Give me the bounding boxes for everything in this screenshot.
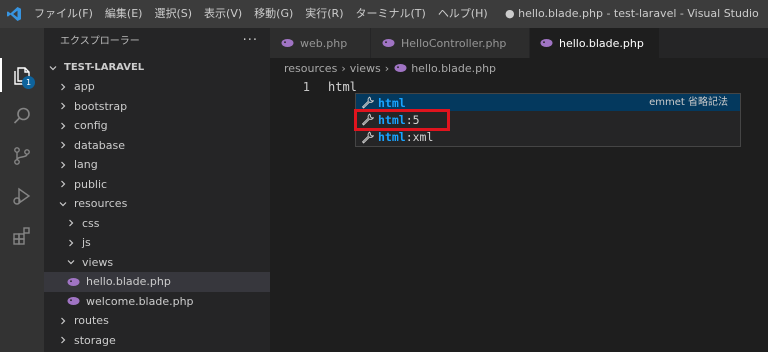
window-title: ● hello.blade.php - test-laravel - Visua… (505, 7, 759, 20)
breadcrumb: resources › views › hello.blade.php (270, 58, 768, 78)
chevron-right-icon (56, 314, 70, 328)
chevron-right-icon (64, 216, 78, 230)
php-file-icon (66, 294, 80, 308)
menu-item[interactable]: ファイル(F) (28, 0, 99, 28)
chevron-right-icon (56, 80, 70, 94)
chevron-down-icon (46, 61, 60, 75)
tree-folder[interactable]: public (44, 175, 270, 195)
chevron-down-icon (64, 255, 78, 269)
explorer-sidebar: エクスプローラー ··· TEST-LARAVEL app bootstrap co… (44, 28, 270, 352)
tab-label: HelloController.php (401, 36, 507, 50)
run-debug-icon[interactable] (0, 176, 44, 216)
suggestion-rest: :xml (405, 130, 434, 145)
editor-tab[interactable]: web.php (270, 28, 371, 58)
suggestion-item[interactable]: html:xml (356, 129, 740, 146)
menu-item[interactable]: 表示(V) (198, 0, 248, 28)
tree-item-label: app (74, 80, 95, 94)
code-line[interactable]: html (328, 78, 357, 96)
menu-item[interactable]: ターミナル(T) (350, 0, 432, 28)
title-bar: ファイル(F) 編集(E) 選択(S) 表示(V) 移動(G) 実行(R) ターミナル(T)… (0, 0, 768, 28)
chevron-right-icon: › (341, 61, 346, 75)
tree-folder[interactable]: bootstrap (44, 97, 270, 117)
tree-item-label: config (74, 119, 108, 133)
tree-folder[interactable]: storage (44, 331, 270, 351)
suggestion-match: html (378, 95, 406, 110)
tree-folder[interactable]: lang (44, 155, 270, 175)
tree-file[interactable]: welcome.blade.php (44, 292, 270, 312)
chevron-right-icon (56, 333, 70, 347)
menu-item[interactable]: 移動(G) (248, 0, 299, 28)
php-file-icon (381, 36, 395, 50)
explorer-badge: 1 (22, 76, 35, 89)
tree-folder[interactable]: config (44, 116, 270, 136)
menu-bar: ファイル(F) 編集(E) 選択(S) 表示(V) 移動(G) 実行(R) ターミナル(T)… (28, 0, 494, 28)
tree-folder[interactable]: resources (44, 194, 270, 214)
tree-item-label: resources (74, 197, 128, 211)
breadcrumb-item[interactable]: hello.blade.php (411, 62, 496, 75)
line-number: 1 (302, 80, 310, 94)
suggestion-detail: emmet 省略記法 (649, 97, 728, 108)
chevron-right-icon (56, 158, 70, 172)
file-tree: app bootstrap config database lang public reso… (44, 77, 270, 350)
tab-label: hello.blade.php (559, 36, 644, 50)
activity-bar: 1 (0, 28, 44, 352)
extensions-icon[interactable] (0, 216, 44, 256)
tree-folder[interactable]: views (44, 253, 270, 273)
tree-item-label: database (74, 138, 125, 152)
workspace-section-header[interactable]: TEST-LARAVEL (44, 58, 270, 77)
vscode-logo-icon (0, 0, 28, 28)
breadcrumb-item[interactable]: resources (284, 62, 337, 75)
breadcrumb-item[interactable]: views (350, 62, 381, 75)
chevron-right-icon (56, 99, 70, 113)
chevron-right-icon (56, 177, 70, 191)
tree-folder[interactable]: css (44, 214, 270, 234)
tree-item-label: bootstrap (74, 99, 128, 113)
tree-item-label: public (74, 177, 108, 191)
wrench-icon (360, 130, 374, 144)
explorer-icon[interactable]: 1 (0, 56, 44, 96)
editor-tab[interactable]: HelloController.php (371, 28, 530, 58)
chevron-right-icon (56, 138, 70, 152)
tree-item-label: lang (74, 158, 98, 172)
tree-item-label: routes (74, 314, 109, 328)
search-icon[interactable] (0, 96, 44, 136)
tree-file[interactable]: hello.blade.php (44, 272, 270, 292)
sidebar-title: エクスプローラー (60, 36, 140, 47)
tab-label: web.php (300, 36, 348, 50)
tree-item-label: hello.blade.php (86, 275, 171, 289)
php-file-icon (540, 36, 553, 50)
tree-item-label: welcome.blade.php (86, 294, 194, 308)
menu-item[interactable]: 実行(R) (299, 0, 349, 28)
php-file-icon (66, 275, 80, 289)
tree-item-label: storage (74, 333, 116, 347)
workspace-name: TEST-LARAVEL (64, 62, 145, 73)
editor-tabs: web.php HelloController.php hello.blade.ph… (270, 28, 768, 58)
more-actions-button[interactable]: ··· (243, 28, 258, 54)
tree-item-label: css (82, 216, 100, 230)
sidebar-header: エクスプローラー ··· (44, 28, 270, 56)
chevron-right-icon (56, 119, 70, 133)
chevron-right-icon: › (384, 61, 390, 75)
tree-folder[interactable]: routes (44, 311, 270, 331)
source-control-icon[interactable] (0, 136, 44, 176)
menu-item[interactable]: ヘルプ(H) (432, 0, 494, 28)
tree-folder[interactable]: database (44, 136, 270, 156)
tree-item-label: views (82, 255, 114, 269)
menu-item[interactable]: 編集(E) (99, 0, 149, 28)
menu-item[interactable]: 選択(S) (148, 0, 198, 28)
tree-folder[interactable]: app (44, 77, 270, 97)
php-file-icon (280, 36, 294, 50)
suggestion-match: html (378, 130, 406, 145)
editor-tab[interactable]: hello.blade.php (530, 28, 660, 58)
chevron-down-icon (56, 197, 70, 211)
tree-item-label: js (82, 236, 91, 250)
chevron-right-icon (64, 236, 78, 250)
wrench-icon (360, 96, 374, 110)
tree-folder[interactable]: js (44, 233, 270, 253)
highlight-annotation (354, 109, 450, 131)
php-file-icon (393, 61, 407, 75)
